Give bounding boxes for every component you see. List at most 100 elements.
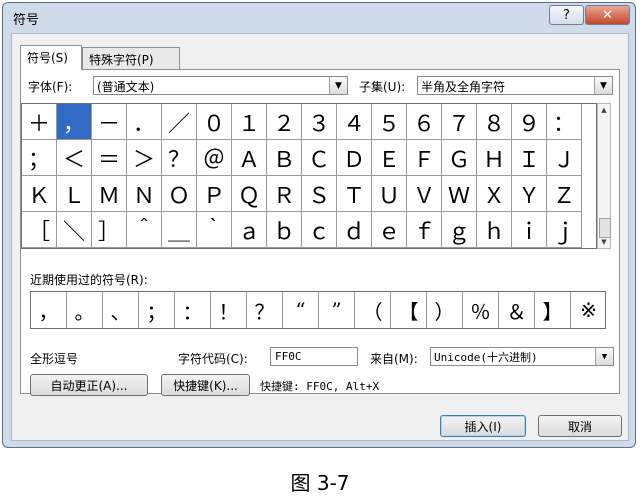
recent-symbol-cell[interactable]: ） xyxy=(427,292,463,328)
symbol-cell[interactable]: ？ xyxy=(162,140,197,176)
symbol-cell[interactable]: ＿ xyxy=(162,212,197,248)
subset-select[interactable]: 半角及全角字符 ▼ xyxy=(417,76,613,95)
symbol-cell[interactable]: １ xyxy=(232,104,267,140)
symbol-cell[interactable]: ７ xyxy=(442,104,477,140)
recent-symbol-cell[interactable]: ＆ xyxy=(499,292,535,328)
symbol-cell[interactable]: Ｋ xyxy=(22,176,57,212)
symbol-cell[interactable]: ｉ xyxy=(512,212,547,248)
from-select[interactable]: Unicode(十六进制) ▼ xyxy=(430,347,614,366)
symbol-cell[interactable]: Ｂ xyxy=(267,140,302,176)
symbol-cell[interactable]: Ｃ xyxy=(302,140,337,176)
chevron-down-icon[interactable]: ▼ xyxy=(595,348,613,365)
symbol-cell[interactable]: ｂ xyxy=(267,212,302,248)
symbol-cell[interactable]: Ｌ xyxy=(57,176,92,212)
recent-symbol-cell[interactable]: ” xyxy=(319,292,355,328)
symbol-cell[interactable]: ＞ xyxy=(127,140,162,176)
insert-button[interactable]: 插入(I) xyxy=(440,415,526,437)
symbol-cell[interactable]: ９ xyxy=(512,104,547,140)
recent-symbol-cell[interactable]: 【 xyxy=(391,292,427,328)
symbol-cell[interactable]: Ｈ xyxy=(477,140,512,176)
symbol-cell[interactable]: Ｇ xyxy=(442,140,477,176)
symbol-cell[interactable]: Ｒ xyxy=(267,176,302,212)
cancel-button[interactable]: 取消 xyxy=(538,415,622,437)
symbol-cell[interactable]: Ｚ xyxy=(547,176,582,212)
font-select[interactable]: (普通文本) ▼ xyxy=(93,76,348,95)
symbol-cell[interactable]: － xyxy=(92,104,127,140)
symbol-cell[interactable]: ＠ xyxy=(197,140,232,176)
chevron-down-icon[interactable]: ▼ xyxy=(329,77,347,94)
symbol-cell[interactable]: ｄ xyxy=(337,212,372,248)
symbol-cell[interactable]: Ｏ xyxy=(162,176,197,212)
symbol-cell[interactable]: Ｖ xyxy=(407,176,442,212)
recent-symbol-cell[interactable]: ！ xyxy=(211,292,247,328)
symbol-cell[interactable]: ＝ xyxy=(92,140,127,176)
symbol-cell[interactable]: Ｕ xyxy=(372,176,407,212)
symbol-cell[interactable]: Ｍ xyxy=(92,176,127,212)
symbol-cell[interactable]: ］ xyxy=(92,212,127,248)
symbol-cell[interactable]: ＼ xyxy=(57,212,92,248)
recent-symbol-cell[interactable]: 、 xyxy=(103,292,139,328)
scrollbar-thumb[interactable] xyxy=(599,218,611,238)
symbol-cell[interactable]: ＜ xyxy=(57,140,92,176)
shortcut-key-button[interactable]: 快捷键(K)... xyxy=(161,374,250,396)
symbol-cell[interactable]: ； xyxy=(22,140,57,176)
recent-symbol-cell[interactable]: ， xyxy=(31,292,67,328)
tab-symbols[interactable]: 符号(S) xyxy=(20,45,82,70)
symbol-cell[interactable]: ｆ xyxy=(407,212,442,248)
symbol-cell[interactable]: Ｆ xyxy=(407,140,442,176)
recent-symbol-cell[interactable]: （ xyxy=(355,292,391,328)
symbol-cell[interactable]: Ｊ xyxy=(547,140,582,176)
symbol-cell[interactable]: ４ xyxy=(337,104,372,140)
symbol-cell[interactable]: Ｐ xyxy=(197,176,232,212)
recent-symbol-cell[interactable]: ： xyxy=(175,292,211,328)
symbol-cell[interactable]: ． xyxy=(127,104,162,140)
symbol-cell[interactable]: ６ xyxy=(407,104,442,140)
char-code-label: 字符代码(C): xyxy=(178,352,248,366)
symbol-cell[interactable]: ［ xyxy=(22,212,57,248)
symbol-grid-scrollbar[interactable]: ▲ ▼ xyxy=(597,103,611,249)
recent-symbol-cell[interactable]: ； xyxy=(139,292,175,328)
symbol-cell[interactable]: Ｉ xyxy=(512,140,547,176)
scroll-down-icon[interactable]: ▼ xyxy=(598,236,610,248)
symbol-cell[interactable]: ２ xyxy=(267,104,302,140)
symbol-cell[interactable]: ０ xyxy=(197,104,232,140)
symbol-cell[interactable]: ３ xyxy=(302,104,337,140)
symbol-cell[interactable]: ｊ xyxy=(547,212,582,248)
symbol-cell[interactable]: ５ xyxy=(372,104,407,140)
symbol-cell[interactable]: ８ xyxy=(477,104,512,140)
symbol-cell[interactable]: ｈ xyxy=(477,212,512,248)
symbol-cell[interactable]: ， xyxy=(57,104,92,140)
recent-symbol-cell[interactable]: ？ xyxy=(247,292,283,328)
recent-symbol-cell[interactable]: ※ xyxy=(571,292,605,328)
symbol-cell[interactable]: Ｓ xyxy=(302,176,337,212)
chevron-down-icon[interactable]: ▼ xyxy=(594,77,612,94)
autocorrect-button[interactable]: 自动更正(A)... xyxy=(30,374,148,396)
help-button[interactable]: ? xyxy=(549,5,584,25)
char-code-input[interactable]: FF0C xyxy=(270,347,358,366)
symbol-cell[interactable]: Ｄ xyxy=(337,140,372,176)
recent-symbol-cell[interactable]: 】 xyxy=(535,292,571,328)
symbol-cell[interactable]: ｇ xyxy=(442,212,477,248)
tab-special-characters[interactable]: 特殊字符(P) xyxy=(82,47,180,69)
symbol-cell[interactable]: Ｘ xyxy=(477,176,512,212)
scroll-up-icon[interactable]: ▲ xyxy=(598,104,610,116)
symbol-cell[interactable]: ｃ xyxy=(302,212,337,248)
symbol-cell[interactable]: Ｗ xyxy=(442,176,477,212)
symbol-cell[interactable]: ＋ xyxy=(22,104,57,140)
symbol-cell[interactable]: ： xyxy=(547,104,582,140)
symbol-cell[interactable]: ｀ xyxy=(197,212,232,248)
close-button[interactable]: ✕ xyxy=(585,5,630,25)
symbol-cell[interactable]: ｅ xyxy=(372,212,407,248)
symbol-cell[interactable]: Ｎ xyxy=(127,176,162,212)
symbol-cell[interactable]: ａ xyxy=(232,212,267,248)
symbol-cell[interactable]: Ｙ xyxy=(512,176,547,212)
symbol-cell[interactable]: Ｑ xyxy=(232,176,267,212)
symbol-cell[interactable]: ＾ xyxy=(127,212,162,248)
symbol-cell[interactable]: ／ xyxy=(162,104,197,140)
recent-symbol-cell[interactable]: ％ xyxy=(463,292,499,328)
symbol-cell[interactable]: Ｅ xyxy=(372,140,407,176)
symbol-cell[interactable]: Ａ xyxy=(232,140,267,176)
recent-symbol-cell[interactable]: “ xyxy=(283,292,319,328)
symbol-cell[interactable]: Ｔ xyxy=(337,176,372,212)
recent-symbol-cell[interactable]: 。 xyxy=(67,292,103,328)
